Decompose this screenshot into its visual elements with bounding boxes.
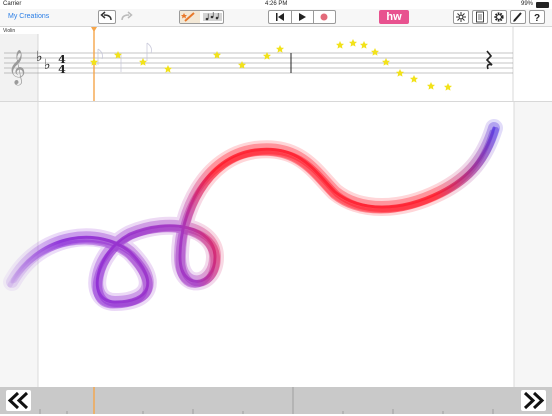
rest-icon	[485, 50, 493, 70]
status-bar: Carrier 4:26 PM 99%	[0, 0, 552, 9]
undo-button[interactable]	[98, 10, 116, 24]
help-button[interactable]: ?	[529, 10, 545, 24]
help-icon: ?	[534, 13, 540, 23]
toolbar: My Creations hw ?	[0, 9, 552, 27]
battery-label: 99%	[521, 1, 534, 7]
battery-icon	[536, 2, 549, 8]
note-stars	[90, 39, 452, 91]
transport-controls	[268, 10, 336, 24]
sparkle-icon	[456, 12, 466, 22]
double-chevron-left-icon	[7, 391, 29, 410]
key-signature-flat-2: ♭	[44, 57, 51, 73]
record-button[interactable]	[313, 11, 335, 23]
next-button[interactable]	[521, 390, 546, 411]
sparkle-button[interactable]	[453, 10, 469, 24]
pen-icon	[513, 12, 522, 22]
clef-icon: 𝄞	[8, 50, 26, 86]
undo-icon	[100, 11, 112, 21]
redo-button[interactable]	[118, 10, 134, 24]
play-button[interactable]	[291, 11, 314, 23]
previous-button[interactable]	[6, 390, 31, 411]
mode-toggle[interactable]	[179, 10, 224, 24]
redo-icon	[121, 11, 133, 21]
clock: 4:26 PM	[265, 1, 288, 7]
staff: 𝄞 ♭ ♭ 4 4	[0, 27, 514, 101]
hw-logo: hw	[379, 10, 409, 24]
ghost-notes	[97, 42, 152, 72]
record-icon	[320, 13, 328, 21]
svg-text:𝄞: 𝄞	[8, 50, 26, 86]
document-icon	[476, 11, 484, 23]
key-signature-flat-1: ♭	[36, 49, 43, 65]
sheet-music-icon	[203, 12, 222, 21]
play-icon	[299, 13, 306, 21]
playhead-marker[interactable]	[91, 27, 97, 32]
brush-stroke	[0, 102, 552, 387]
timeline-ticks	[39, 387, 494, 414]
my-creations-link[interactable]: My Creations	[8, 13, 49, 20]
document-button[interactable]	[472, 10, 488, 24]
pen-button[interactable]	[510, 10, 526, 24]
drawing-canvas[interactable]	[0, 102, 552, 387]
gear-icon	[494, 12, 504, 22]
score-panel[interactable]: Violin 𝄞 ♭ ♭ 4 4	[0, 27, 552, 102]
skip-back-icon	[276, 13, 284, 21]
double-chevron-right-icon	[523, 391, 545, 410]
timeline-scrubber[interactable]	[0, 387, 552, 414]
carrier-label: Carrier	[3, 1, 22, 7]
svg-text:?: ?	[534, 13, 540, 23]
magic-wand-icon	[180, 11, 222, 23]
time-sig-bottom: 4	[58, 63, 66, 76]
settings-button[interactable]	[491, 10, 507, 24]
skip-back-button[interactable]	[269, 11, 292, 23]
